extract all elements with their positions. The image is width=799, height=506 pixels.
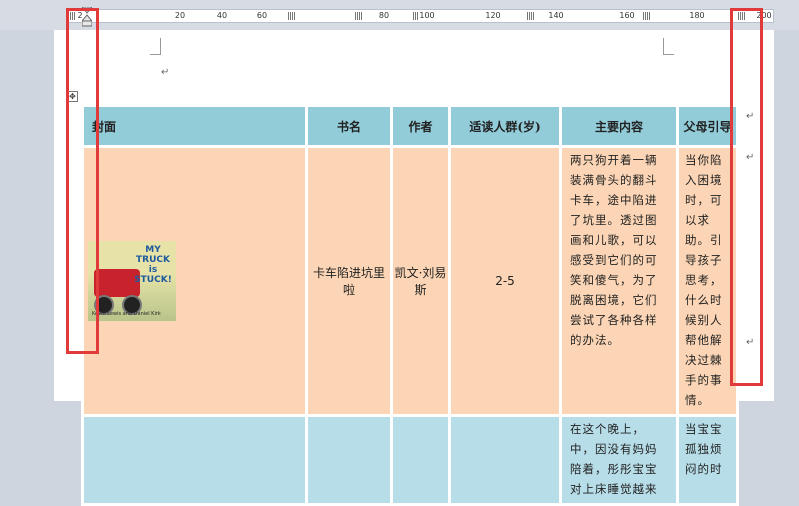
book-cover-image[interactable]: MY TRUCK is STUCK! Kevin Lewis and Danie…: [88, 241, 176, 321]
header-parent-guide[interactable]: 父母引导: [676, 104, 739, 148]
parent-guide-cell[interactable]: 当宝宝孤独烦闷的时: [676, 414, 739, 506]
author-cell[interactable]: 凯文·刘易斯: [390, 145, 451, 417]
ruler-label: 40: [215, 10, 229, 22]
ruler-label: 180: [688, 10, 706, 22]
header-age[interactable]: 适读人群(岁): [448, 104, 562, 148]
parent-guide-cell[interactable]: 当你陷入困境时，可以求助。引导孩子思考，什么时候别人帮他解决过棘手的事情。: [676, 145, 739, 417]
author-cell[interactable]: [390, 414, 451, 506]
ruler-label: 160: [618, 10, 636, 22]
cover-cell[interactable]: MY TRUCK is STUCK! Kevin Lewis and Danie…: [81, 145, 308, 417]
ruler-label: 80: [377, 10, 391, 22]
ruler-label: 100: [418, 10, 436, 22]
table-row: 在这个晚上，中，因没有妈妈陪着，彤彤宝宝对上床睡觉越来 当宝宝孤独烦闷的时: [81, 414, 739, 506]
paragraph-mark: ↵: [161, 67, 170, 78]
ruler-label: 140: [547, 10, 565, 22]
ruler-column-marker[interactable]: [643, 12, 651, 20]
book-name-cell[interactable]: [305, 414, 393, 506]
ruler-column-marker[interactable]: [527, 12, 535, 20]
highlight-box-left: [66, 8, 99, 354]
content-cell[interactable]: 两只狗开着一辆装满骨头的翻斗卡车，途中陷进了坑里。透过图画和儿歌，可以感受到它们…: [559, 145, 679, 417]
age-cell[interactable]: [448, 414, 562, 506]
header-cover[interactable]: 封面: [81, 104, 308, 148]
header-author[interactable]: 作者: [390, 104, 451, 148]
ruler-label: 20: [173, 10, 187, 22]
age-cell[interactable]: 2-5: [448, 145, 562, 417]
ruler-column-marker[interactable]: [288, 12, 296, 20]
ruler-label: 60: [255, 10, 269, 22]
content-cell[interactable]: 在这个晚上，中，因没有妈妈陪着，彤彤宝宝对上床睡觉越来: [559, 414, 679, 506]
book-name-cell[interactable]: 卡车陷进坑里啦: [305, 145, 393, 417]
book-table: 封面 书名 作者 适读人群(岁) 主要内容 父母引导 MY TRUCK is S…: [81, 104, 739, 506]
document-page[interactable]: ↵ ✥ 封面 书名 作者 适读人群(岁) 主要内容 父母引导 MY TRUCK …: [54, 30, 774, 506]
ruler-label: 120: [484, 10, 502, 22]
horizontal-ruler[interactable]: 2 20 40 60 80 100 120 140 160 180 200: [0, 0, 799, 30]
ruler-column-marker[interactable]: [355, 12, 363, 20]
table-row: MY TRUCK is STUCK! Kevin Lewis and Danie…: [81, 145, 739, 417]
book-cover-title: MY TRUCK is STUCK!: [134, 245, 172, 285]
highlight-box-right: [730, 8, 763, 386]
margin-corner-right: [663, 38, 674, 55]
margin-corner-left: [150, 38, 161, 55]
header-content[interactable]: 主要内容: [559, 104, 679, 148]
table-header-row: 封面 书名 作者 适读人群(岁) 主要内容 父母引导: [81, 104, 739, 148]
book-cover-authors: Kevin Lewis and Daniel Kirk: [92, 311, 161, 317]
header-book-name[interactable]: 书名: [305, 104, 393, 148]
cover-cell[interactable]: [81, 414, 308, 506]
